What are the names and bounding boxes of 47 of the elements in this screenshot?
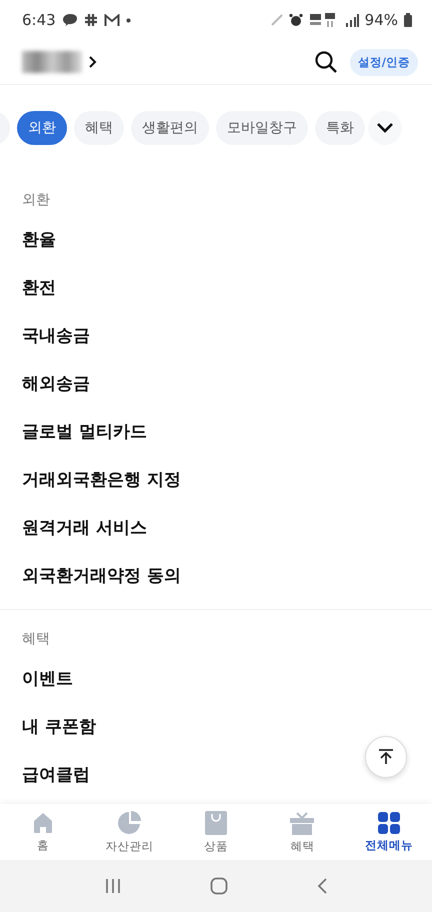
- gift-icon: [289, 810, 316, 836]
- nav-tab[interactable]: 자산관리: [86, 804, 173, 860]
- dot-icon: [126, 18, 131, 22]
- nav-tab[interactable]: 홈: [0, 804, 86, 860]
- nav-tab[interactable]: 상품: [172, 804, 260, 860]
- search-icon[interactable]: [314, 50, 338, 74]
- scroll-to-top-button[interactable]: [365, 736, 407, 778]
- status-time: 6:43: [22, 11, 56, 29]
- menu-item[interactable]: 해외송금: [22, 372, 90, 394]
- menu-item[interactable]: 글로벌 멀티카드: [22, 420, 147, 442]
- arrow-up-icon: [377, 748, 395, 766]
- menu-item[interactable]: 원격거래 서비스: [22, 516, 147, 538]
- menu-item[interactable]: 내 쿠폰함: [22, 714, 96, 738]
- expand-button[interactable]: [368, 111, 402, 145]
- recent-apps-icon[interactable]: [104, 878, 122, 894]
- mail-icon: [104, 14, 120, 26]
- settings-button[interactable]: 설정/인증: [350, 48, 418, 76]
- back-icon[interactable]: [316, 877, 328, 895]
- category-chip[interactable]: 모바일창구: [216, 111, 308, 145]
- battery-icon: [404, 13, 412, 27]
- chevron-right-icon[interactable]: [88, 55, 98, 69]
- nav-tab[interactable]: 혜택: [259, 804, 346, 860]
- section-title: 외환: [21, 191, 51, 210]
- menu-item[interactable]: 외국환거래약정 동의: [22, 564, 181, 586]
- pie-chart-icon: [116, 810, 143, 836]
- menu-item[interactable]: 환전: [22, 276, 56, 298]
- menu-item[interactable]: 거래외국환은행 지정: [22, 468, 181, 490]
- menu-item[interactable]: 국내송금: [22, 324, 90, 346]
- menu-item[interactable]: 이벤트: [22, 666, 73, 690]
- section-title: 혜택: [21, 630, 51, 649]
- chat-bubble-icon: [62, 13, 78, 27]
- blurred-name[interactable]: [22, 51, 82, 73]
- chevron-down-icon: [376, 122, 394, 134]
- signal-icon: [344, 13, 359, 27]
- hash-icon: [84, 13, 98, 27]
- home-button-icon[interactable]: [210, 877, 228, 895]
- category-chip[interactable]: 외환: [17, 111, 67, 145]
- battery-percent: 94%: [364, 11, 398, 29]
- menu-item[interactable]: 환율: [22, 228, 56, 250]
- alarm-icon: [288, 13, 303, 27]
- category-chip[interactable]: 특화: [315, 111, 365, 145]
- nav-tab[interactable]: 전체메뉴: [346, 804, 432, 860]
- grid-icon: [376, 811, 401, 835]
- menu-item[interactable]: 급여클럽: [22, 762, 90, 786]
- category-chip[interactable]: 생활편의: [131, 111, 209, 145]
- category-chip[interactable]: 혜택: [74, 111, 124, 145]
- shopping-bag-icon: [204, 810, 228, 836]
